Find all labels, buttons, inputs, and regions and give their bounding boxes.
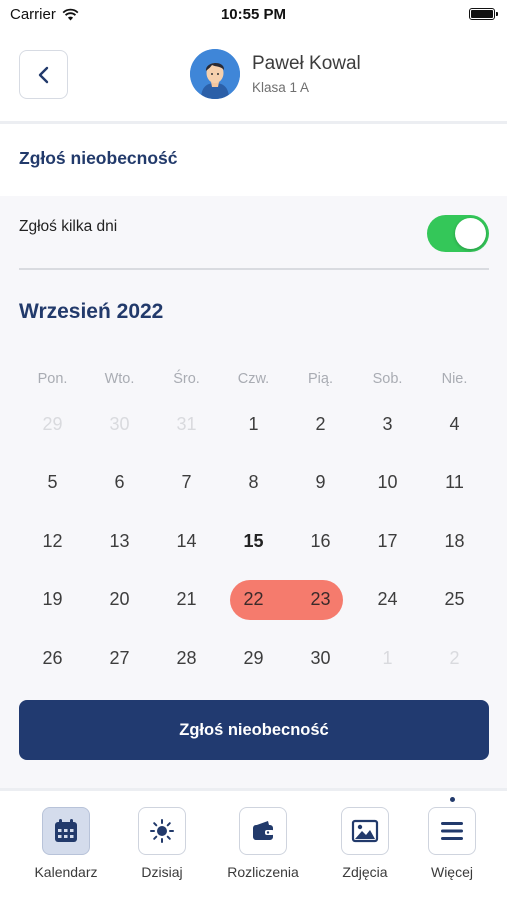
- section-title: Zgłoś nieobecność: [19, 148, 178, 168]
- tab-photos[interactable]: Zdjęcia: [315, 807, 415, 880]
- calendar-day[interactable]: 28: [153, 638, 220, 678]
- calendar-week: 12 13 14 15 16 17 18: [19, 521, 488, 580]
- weekday-header: Pon. Wto. Śro. Czw. Pią. Sob. Nie.: [19, 371, 488, 387]
- calendar-day[interactable]: 18: [421, 521, 488, 561]
- notification-dot: [450, 797, 455, 802]
- back-button[interactable]: [19, 50, 68, 99]
- calendar-day[interactable]: 16: [287, 521, 354, 561]
- calendar-day[interactable]: 14: [153, 521, 220, 561]
- status-bar: Carrier 10:55 PM: [0, 0, 507, 30]
- weekday-label: Pią.: [308, 371, 333, 387]
- calendar-day[interactable]: 20: [86, 580, 153, 620]
- calendar-day[interactable]: 13: [86, 521, 153, 561]
- tab-today[interactable]: Dzisiaj: [112, 807, 212, 880]
- calendar-week: 5 6 7 8 9 10 11: [19, 463, 488, 522]
- multi-day-toggle[interactable]: [427, 215, 489, 252]
- calendar-day[interactable]: 4: [421, 404, 488, 444]
- avatar[interactable]: [190, 49, 240, 99]
- tab-label: Kalendarz: [34, 864, 98, 880]
- sun-icon: [138, 807, 186, 855]
- calendar-day[interactable]: 9: [287, 463, 354, 503]
- tab-calendar[interactable]: Kalendarz: [16, 807, 116, 880]
- battery-icon: [469, 8, 498, 20]
- tab-label: Więcej: [430, 864, 473, 880]
- image-icon: [341, 807, 389, 855]
- calendar-day-outside-month: 1: [382, 647, 393, 668]
- calendar-day[interactable]: 27: [86, 638, 153, 678]
- calendar-day-outside-month: 31: [176, 413, 197, 434]
- month-title: Wrzesień 2022: [19, 300, 164, 323]
- tab-bar: Kalendarz Dzisiaj Rozliczenia Zdjęcia Wi…: [0, 791, 507, 900]
- calendar-day-selected[interactable]: 22: [220, 580, 287, 620]
- calendar-grid: 29 30 31 1 2 3 4 5 6 7 8 9 10 11 12 13 1…: [19, 404, 488, 697]
- tab-label: Rozliczenia: [227, 864, 299, 880]
- calendar-day[interactable]: 10: [354, 463, 421, 503]
- calendar-day-outside-month: 2: [449, 647, 460, 668]
- weekday-label: Wto.: [104, 371, 135, 387]
- weekday-label: Sob.: [372, 371, 403, 387]
- calendar-day[interactable]: 11: [421, 463, 488, 503]
- calendar-day[interactable]: 3: [354, 404, 421, 444]
- chevron-left-icon: [38, 66, 48, 83]
- menu-icon: [428, 807, 476, 855]
- weekday-label: Pon.: [37, 371, 68, 387]
- clock: 10:55 PM: [220, 6, 287, 23]
- calendar-day[interactable]: 1: [220, 404, 287, 444]
- calendar-day[interactable]: 5: [19, 463, 86, 503]
- weekday-label: Śro.: [173, 371, 200, 387]
- calendar-day[interactable]: 12: [19, 521, 86, 561]
- calendar-day[interactable]: 6: [86, 463, 153, 503]
- header: Paweł Kowal Klasa 1 A: [0, 30, 507, 122]
- tab-label: Zdjęcia: [342, 864, 388, 880]
- calendar-day-outside-month: 30: [109, 413, 130, 434]
- user-class: Klasa 1 A: [252, 80, 310, 95]
- calendar-week: 29 30 31 1 2 3 4: [19, 404, 488, 463]
- calendar-day[interactable]: 26: [19, 638, 86, 678]
- calendar-day[interactable]: 30: [287, 638, 354, 678]
- calendar-day[interactable]: 19: [19, 580, 86, 620]
- weekday-label: Nie.: [441, 371, 468, 387]
- calendar-day[interactable]: 24: [354, 580, 421, 620]
- calendar-day[interactable]: 25: [421, 580, 488, 620]
- wallet-icon: [239, 807, 287, 855]
- tab-label: Dzisiaj: [141, 864, 183, 880]
- calendar-day-selected[interactable]: 23: [287, 580, 354, 620]
- multi-day-label: Zgłoś kilka dni: [19, 218, 118, 235]
- calendar-day[interactable]: 21: [153, 580, 220, 620]
- calendar-icon: [42, 807, 90, 855]
- calendar-day[interactable]: 17: [354, 521, 421, 561]
- user-name: Paweł Kowal: [252, 53, 361, 74]
- calendar-week: 26 27 28 29 30 1 2: [19, 638, 488, 697]
- tab-more[interactable]: Więcej: [402, 797, 502, 880]
- calendar-day-today[interactable]: 15: [220, 521, 287, 561]
- calendar-day[interactable]: 7: [153, 463, 220, 503]
- calendar-day[interactable]: 29: [220, 638, 287, 678]
- header-divider: [0, 121, 507, 124]
- calendar-day-outside-month: 29: [42, 413, 63, 434]
- tab-billing[interactable]: Rozliczenia: [213, 807, 313, 880]
- calendar-week: 19 20 21 22 23 24 25: [19, 579, 488, 639]
- toggle-knob: [455, 218, 486, 249]
- calendar-day[interactable]: 2: [287, 404, 354, 444]
- divider: [19, 268, 489, 270]
- calendar-day[interactable]: 8: [220, 463, 287, 503]
- submit-absence-button[interactable]: Zgłoś nieobecność: [19, 700, 489, 760]
- weekday-label: Czw.: [237, 371, 270, 387]
